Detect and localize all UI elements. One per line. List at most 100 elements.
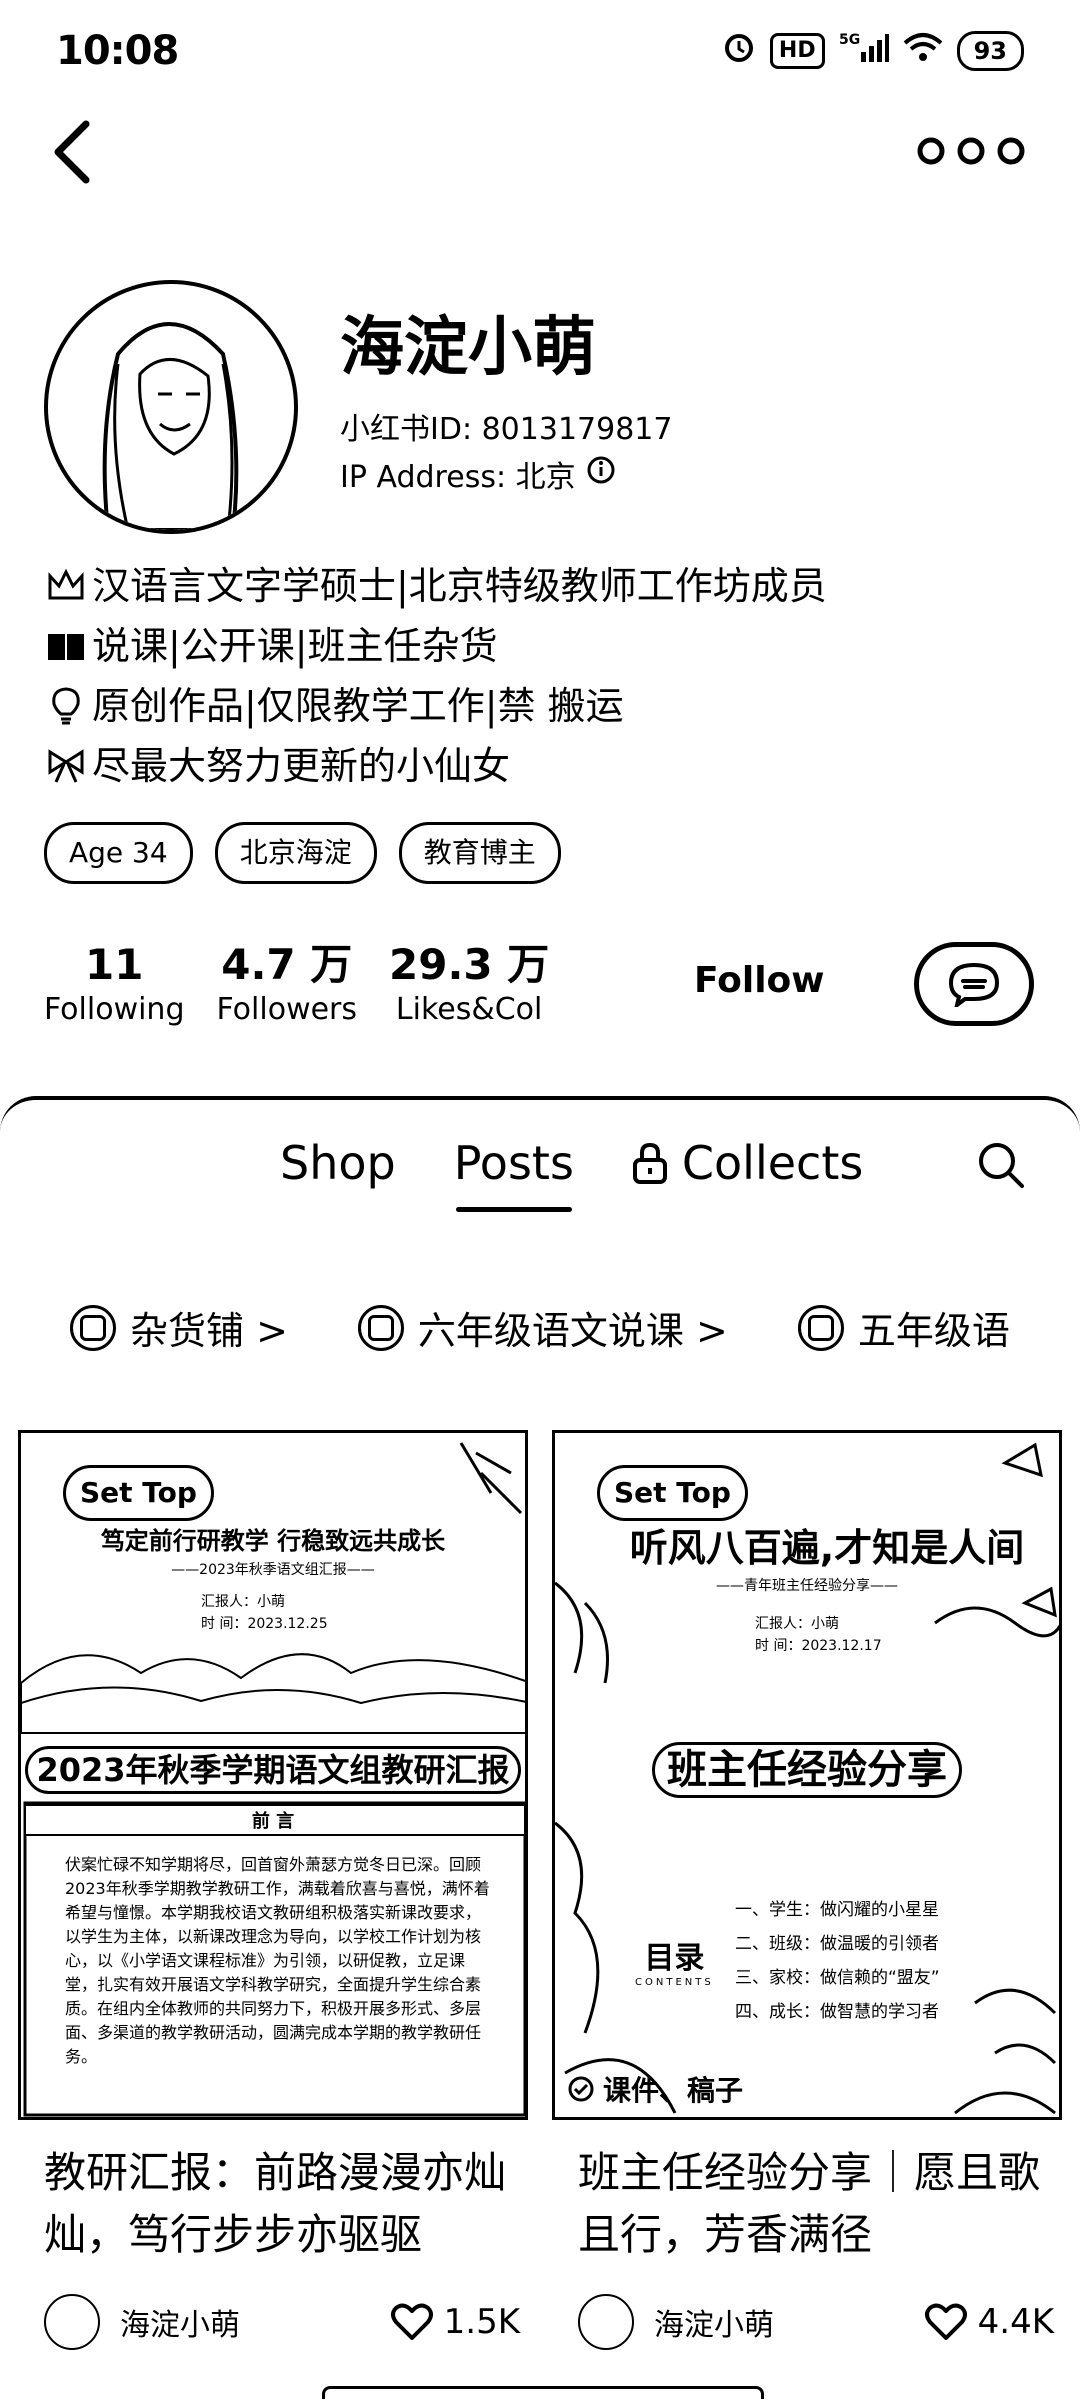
tab-posts[interactable]: Posts <box>454 1136 574 1212</box>
bio-text: 汉语言文字学硕士|北京特级教师工作坊成员 <box>92 564 827 608</box>
bio-line: 说课|公开课|班主任杂货 <box>46 616 827 676</box>
post-title[interactable]: 教研汇报：前路漫漫亦灿灿，笃行步步亦驱驱 <box>18 2142 528 2266</box>
stat-followers[interactable]: 4.7 万 Followers <box>217 940 358 1030</box>
battery-icon: 93 <box>956 30 1024 71</box>
wifi-icon <box>903 31 943 70</box>
cover-bottom-label: 课件、稿子 <box>567 2069 743 2109</box>
stat-likes[interactable]: 29.3 万 Likes&Col <box>389 940 549 1030</box>
chat-bubble-icon <box>948 962 1000 1007</box>
tab-collects[interactable]: Collects <box>632 1136 863 1190</box>
cover-reporter: 汇报人：小萌 <box>201 1594 285 1610</box>
search-icon <box>979 1143 1024 1188</box>
like-button[interactable]: 1.5K <box>390 2302 528 2342</box>
toc-item: 三、家校：做信赖的“盟友” <box>735 1968 940 1988</box>
chevron-left-icon <box>54 120 90 184</box>
stat-following[interactable]: 11 Following <box>44 940 185 1030</box>
cover-heading: 听风八百遍,才知是人间 <box>629 1526 1025 1570</box>
collection-label: 六年级语文说课 > <box>417 1309 728 1353</box>
toc-item: 二、班级：做温暖的引领者 <box>735 1934 939 1954</box>
stat-number: 4.7 万 <box>221 940 353 989</box>
cover-subheading: ——青年班主任经验分享—— <box>716 1578 898 1594</box>
signal-icon: 5G <box>839 30 889 71</box>
stat-label: Followers <box>216 992 358 1027</box>
collection-chip[interactable]: 五年级语 <box>797 1300 1010 1355</box>
toc-title: 目录 <box>644 1941 705 1976</box>
doc-title: 前 言 <box>251 1811 295 1832</box>
heart-icon <box>390 2303 433 2340</box>
like-count: 1.5K <box>443 2302 520 2342</box>
stat-number: 11 <box>85 940 144 989</box>
collection-label: 五年级语 <box>857 1309 1010 1353</box>
check-circle-icon <box>568 2076 594 2102</box>
cover-subheading: ——2023年秋季语文组汇报—— <box>171 1562 375 1578</box>
profile-avatar[interactable] <box>44 280 298 534</box>
back-button[interactable] <box>44 112 104 192</box>
tab-shop[interactable]: Shop <box>280 1136 396 1190</box>
profile-tags: Age 34 北京海淀 教育博主 <box>44 822 561 884</box>
bio-line: 尽最大努力更新的小仙女 <box>46 736 827 796</box>
bio-line: 原创作品|仅限教学工作|禁 搬运 <box>46 676 827 736</box>
post-card[interactable]: Set Top 笃定前行研教学 行稳致远共成长 ——2023年秋季语文组汇报——… <box>18 1430 528 2350</box>
tag-location: 北京海淀 <box>214 822 377 884</box>
post-footer: 海淀小萌 1.5K <box>18 2294 528 2350</box>
ip-address: IP Address: 北京 <box>340 452 616 496</box>
follow-button[interactable]: Follow <box>694 960 825 1001</box>
tag-age: Age 34 <box>44 822 193 884</box>
cover-banner: 班主任经验分享 <box>555 1737 1059 1798</box>
cover-heading: 笃定前行研教学 行稳致远共成长 <box>100 1527 446 1555</box>
status-time: 10:08 <box>56 28 179 74</box>
message-button[interactable] <box>914 942 1034 1026</box>
author-avatar[interactable] <box>578 2294 634 2350</box>
author-name[interactable]: 海淀小萌 <box>120 2300 240 2344</box>
toc-item: 一、学生：做闪耀的小星星 <box>735 1900 939 1920</box>
tag-category: 教育博主 <box>398 822 561 884</box>
like-button[interactable]: 4.4K <box>924 2302 1062 2342</box>
profile-name: 海淀小萌 <box>340 311 596 385</box>
post-footer: 海淀小萌 4.4K <box>552 2294 1062 2350</box>
svg-text:5G: 5G <box>839 32 860 48</box>
status-icons: HD 5G 93 <box>722 30 1024 71</box>
profile-stats: 11 Following 4.7 万 Followers 29.3 万 Like… <box>44 940 549 1030</box>
bio-line: 汉语言文字学硕士|北京特级教师工作坊成员 <box>46 556 827 616</box>
collection-icon <box>357 1304 404 1351</box>
cover-banner-text: 班主任经验分享 <box>652 1742 962 1798</box>
toc-heading: 目录 CONTENTS <box>635 1933 714 1988</box>
author-avatar[interactable] <box>44 2294 100 2350</box>
collection-icon <box>797 1304 844 1351</box>
more-options-button[interactable] <box>916 130 1026 176</box>
lightbulb-icon <box>46 686 86 726</box>
post-title[interactable]: 班主任经验分享｜愿且歌且行，芳香满径 <box>552 2142 1062 2266</box>
profile-bio: 汉语言文字学硕士|北京特级教师工作坊成员 说课|公开课|班主任杂货 原创作品|仅… <box>46 556 827 796</box>
stat-label: Likes&Col <box>395 992 543 1027</box>
ip-address-text: IP Address: 北京 <box>340 460 576 495</box>
lock-icon <box>632 1142 667 1184</box>
collection-label: 杂货铺 > <box>130 1309 288 1353</box>
info-icon[interactable] <box>586 455 616 493</box>
search-button[interactable] <box>976 1140 1026 1190</box>
author-name[interactable]: 海淀小萌 <box>654 2300 774 2344</box>
xhs-id: 小红书ID: 8013179817 <box>340 412 673 447</box>
stat-label: Following <box>44 992 185 1027</box>
cover-date: 时 间：2023.12.25 <box>201 1616 328 1632</box>
post-card[interactable]: Set Top 听风八百遍,才知是人间 ——青年班主任经验分享—— 汇报人：小萌… <box>552 1430 1062 2350</box>
alarm-icon <box>722 30 756 71</box>
cover-banner-text: 2023年秋季学期语文组教研汇报 <box>25 1746 521 1794</box>
collection-chips: 杂货铺 > 六年级语文说课 > 五年级语 <box>70 1300 1010 1355</box>
collection-chip[interactable]: 六年级语文说课 > <box>357 1300 728 1355</box>
post-cover[interactable]: Set Top 听风八百遍,才知是人间 ——青年班主任经验分享—— 汇报人：小萌… <box>552 1430 1062 2120</box>
toc-item: 四、成长：做智慧的学习者 <box>735 2002 939 2022</box>
like-count: 4.4K <box>977 2302 1054 2342</box>
home-indicator[interactable] <box>322 2386 764 2399</box>
heart-icon <box>924 2303 967 2340</box>
collection-chip[interactable]: 杂货铺 > <box>70 1300 288 1355</box>
hd-icon: HD <box>769 32 825 69</box>
collection-icon <box>70 1304 116 1351</box>
cover-info: 汇报人：小萌 时 间：2023.12.17 <box>755 1613 882 1657</box>
book-icon <box>46 626 86 666</box>
tab-collects-label: Collects <box>681 1136 864 1190</box>
post-cover[interactable]: Set Top 笃定前行研教学 行稳致远共成长 ——2023年秋季语文组汇报——… <box>18 1430 528 2120</box>
crown-icon <box>46 566 86 606</box>
bio-text: 说课|公开课|班主任杂货 <box>92 624 498 668</box>
cover-bottom-text: 课件、稿子 <box>603 2074 744 2107</box>
profile-tabs: Shop Posts Collects <box>280 1136 863 1212</box>
